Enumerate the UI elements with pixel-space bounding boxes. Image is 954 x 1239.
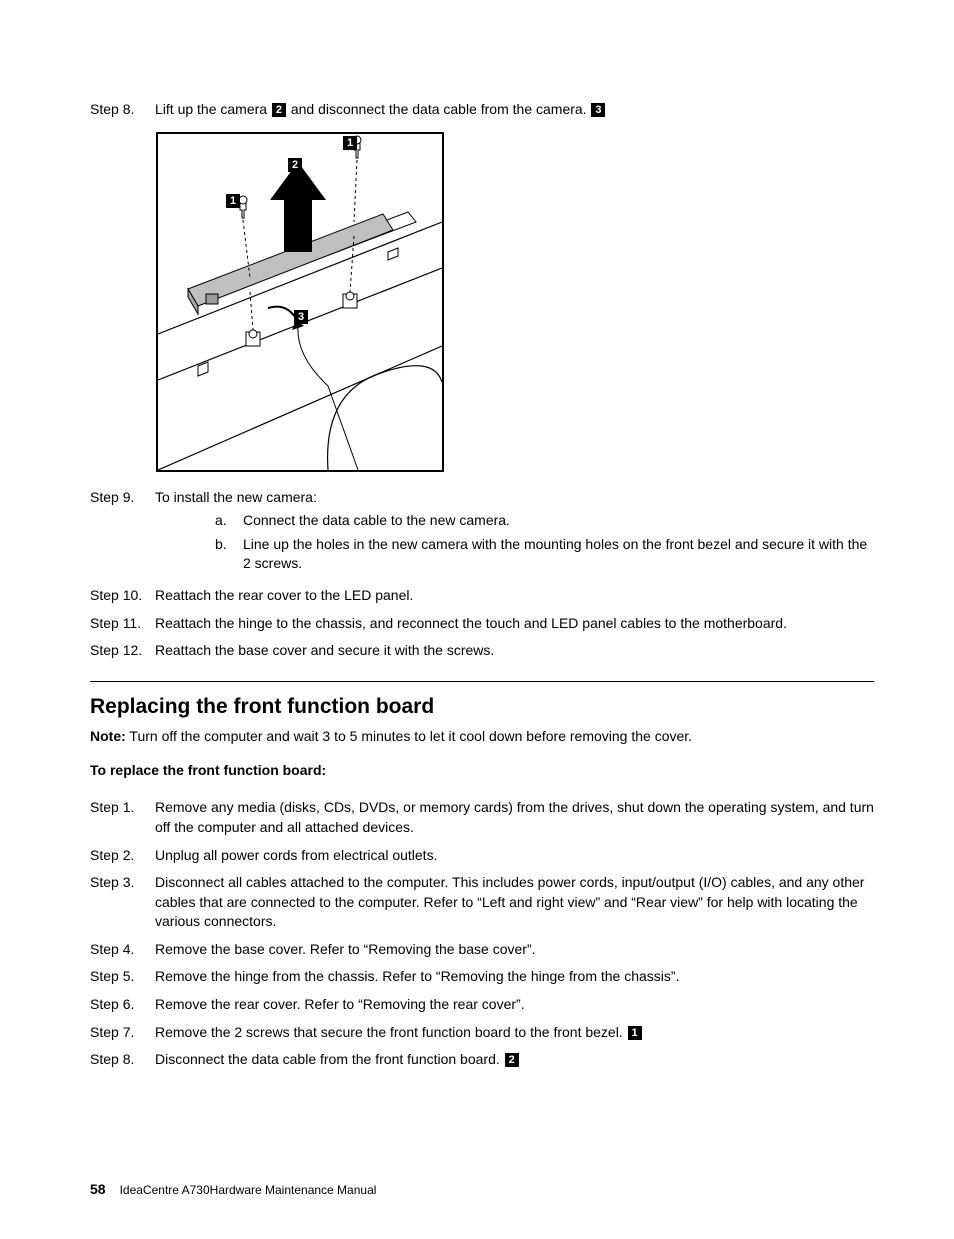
b-step-5-text: Remove the hinge from the chassis. Refer… bbox=[155, 967, 874, 987]
b-step-8-row: Step 8. Disconnect the data cable from t… bbox=[90, 1050, 874, 1070]
b-step-2-text: Unplug all power cords from electrical o… bbox=[155, 846, 874, 866]
step-12-text: Reattach the base cover and secure it wi… bbox=[155, 641, 874, 661]
step-10-row: Step 10. Reattach the rear cover to the … bbox=[90, 586, 874, 606]
callout-icon: 2 bbox=[505, 1053, 519, 1067]
b-step-4-text: Remove the base cover. Refer to “Removin… bbox=[155, 940, 874, 960]
callout-icon: 3 bbox=[591, 103, 605, 117]
figure-callout-1a: 1 bbox=[226, 194, 240, 208]
note-label: Note: bbox=[90, 728, 126, 744]
step-10-label: Step 10. bbox=[90, 586, 155, 606]
callout-icon: 2 bbox=[272, 103, 286, 117]
b-step-3-text: Disconnect all cables attached to the co… bbox=[155, 873, 874, 932]
figure-wrap: 1 1 2 3 bbox=[156, 132, 874, 472]
section-title: Replacing the front function board bbox=[90, 692, 874, 721]
b-step-4-label: Step 4. bbox=[90, 940, 155, 960]
b-step-6-label: Step 6. bbox=[90, 995, 155, 1015]
b-step-1-label: Step 1. bbox=[90, 798, 155, 837]
step-8-row: Step 8. Lift up the camera 2 and disconn… bbox=[90, 100, 874, 120]
b-step-7-text: Remove the 2 screws that secure the fron… bbox=[155, 1024, 627, 1040]
step-12-row: Step 12. Reattach the base cover and sec… bbox=[90, 641, 874, 661]
page-number: 58 bbox=[90, 1181, 106, 1197]
step-9-row: Step 9. To install the new camera: a. Co… bbox=[90, 488, 874, 578]
b-step-5-label: Step 5. bbox=[90, 967, 155, 987]
step-8-label: Step 8. bbox=[90, 100, 155, 120]
b-step-6-text: Remove the rear cover. Refer to “Removin… bbox=[155, 995, 874, 1015]
b-step-3-label: Step 3. bbox=[90, 873, 155, 932]
b-step-1-row: Step 1. Remove any media (disks, CDs, DV… bbox=[90, 798, 874, 837]
step-9b-text: Line up the holes in the new camera with… bbox=[243, 535, 874, 574]
step-9-intro: To install the new camera: bbox=[155, 488, 874, 508]
diagram-svg bbox=[158, 134, 442, 470]
step-9a-label: a. bbox=[215, 511, 243, 531]
section-divider bbox=[90, 681, 874, 682]
step-8-text-b: and disconnect the data cable from the c… bbox=[287, 101, 591, 117]
b-step-7-label: Step 7. bbox=[90, 1023, 155, 1043]
b-step-3-row: Step 3. Disconnect all cables attached t… bbox=[90, 873, 874, 932]
step-11-row: Step 11. Reattach the hinge to the chass… bbox=[90, 614, 874, 634]
callout-icon: 1 bbox=[628, 1026, 642, 1040]
note-line: Note: Turn off the computer and wait 3 t… bbox=[90, 727, 874, 747]
b-step-8-body: Disconnect the data cable from the front… bbox=[155, 1050, 874, 1070]
b-step-2-row: Step 2. Unplug all power cords from elec… bbox=[90, 846, 874, 866]
figure-callout-2: 2 bbox=[288, 158, 302, 172]
b-step-4-row: Step 4. Remove the base cover. Refer to … bbox=[90, 940, 874, 960]
step-12-label: Step 12. bbox=[90, 641, 155, 661]
note-text: Turn off the computer and wait 3 to 5 mi… bbox=[126, 728, 692, 744]
b-step-7-row: Step 7. Remove the 2 screws that secure … bbox=[90, 1023, 874, 1043]
step-9a-row: a. Connect the data cable to the new cam… bbox=[215, 511, 874, 531]
b-step-5-row: Step 5. Remove the hinge from the chassi… bbox=[90, 967, 874, 987]
step-9a-text: Connect the data cable to the new camera… bbox=[243, 511, 510, 531]
footer-title: IdeaCentre A730Hardware Maintenance Manu… bbox=[120, 1183, 377, 1197]
step-11-text: Reattach the hinge to the chassis, and r… bbox=[155, 614, 874, 634]
b-step-8-text: Disconnect the data cable from the front… bbox=[155, 1051, 504, 1067]
b-step-6-row: Step 6. Remove the rear cover. Refer to … bbox=[90, 995, 874, 1015]
step-8-text-a: Lift up the camera bbox=[155, 101, 271, 117]
step-9b-row: b. Line up the holes in the new camera w… bbox=[215, 535, 874, 574]
b-step-8-label: Step 8. bbox=[90, 1050, 155, 1070]
b-step-1-text: Remove any media (disks, CDs, DVDs, or m… bbox=[155, 798, 874, 837]
procedure-title: To replace the front function board: bbox=[90, 761, 874, 781]
b-step-7-body: Remove the 2 screws that secure the fron… bbox=[155, 1023, 874, 1043]
step-9-body: To install the new camera: a. Connect th… bbox=[155, 488, 874, 578]
page-footer: 58 IdeaCentre A730Hardware Maintenance Ma… bbox=[90, 1180, 874, 1200]
figure-callout-1b: 1 bbox=[343, 136, 357, 150]
step-9-label: Step 9. bbox=[90, 488, 155, 578]
step-10-text: Reattach the rear cover to the LED panel… bbox=[155, 586, 874, 606]
figure-box: 1 1 2 3 bbox=[156, 132, 444, 472]
b-step-2-label: Step 2. bbox=[90, 846, 155, 866]
step-9b-label: b. bbox=[215, 535, 243, 574]
step-11-label: Step 11. bbox=[90, 614, 155, 634]
figure-callout-3: 3 bbox=[294, 310, 308, 324]
step-8-body: Lift up the camera 2 and disconnect the … bbox=[155, 100, 874, 120]
